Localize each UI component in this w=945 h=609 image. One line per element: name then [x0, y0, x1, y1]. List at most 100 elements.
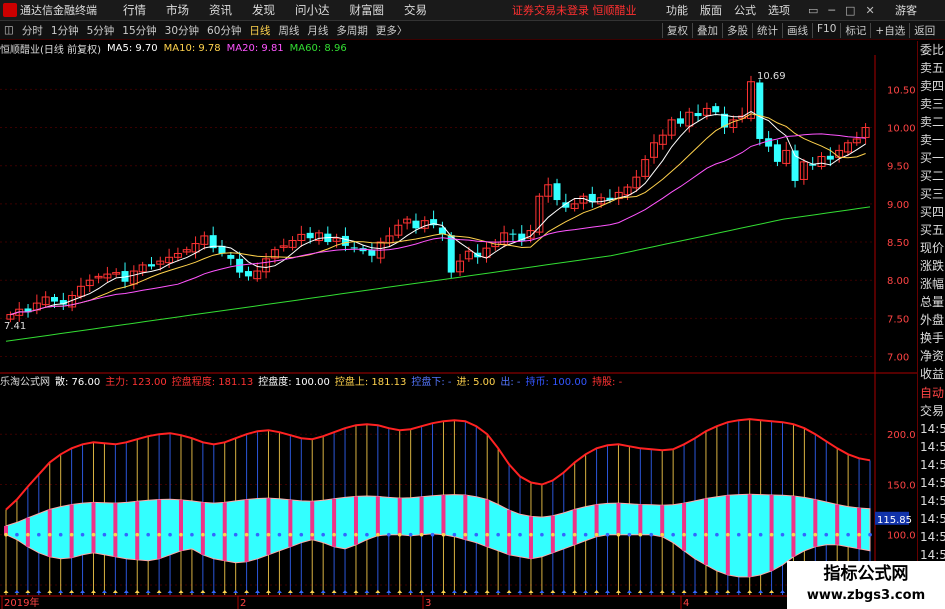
bottom-marker — [386, 590, 392, 593]
midline-dot — [452, 532, 457, 537]
tab-adjust[interactable]: 复权 — [662, 22, 692, 38]
bottom-marker — [462, 590, 468, 593]
tab-60min[interactable]: 60分钟 — [207, 23, 241, 38]
control-bar — [178, 499, 183, 551]
midline-dot — [507, 532, 511, 537]
ma10-line — [10, 113, 866, 316]
bottom-marker — [58, 590, 64, 593]
indicator-values: 散: 76.00 主力: 123.00 控盘程度: 181.13 控盘度: 100.0… — [55, 373, 627, 388]
tab-multi-stock[interactable]: 多股 — [722, 22, 752, 38]
midline-dot — [769, 532, 774, 537]
menu-layout[interactable]: 版面 — [700, 2, 722, 18]
control-bar — [25, 517, 30, 547]
bottom-marker — [90, 590, 96, 593]
tab-back[interactable]: 返回 — [909, 22, 939, 38]
close-icon[interactable]: ✕ — [865, 4, 874, 17]
price-tick-label: 9.00 — [887, 200, 909, 211]
tick-row-4: 14:56 — [920, 458, 945, 472]
login-notice[interactable]: 证券交易未登录 恒顺醋业 — [512, 2, 637, 18]
menu-item-market[interactable]: 行情 — [123, 2, 146, 18]
tab-overlay[interactable]: 叠加 — [692, 22, 722, 38]
tab-add-watchlist[interactable]: +自选 — [870, 22, 909, 38]
midline-dot — [15, 532, 19, 537]
tab-5min[interactable]: 5分钟 — [87, 23, 115, 38]
menu-item-discover[interactable]: 发现 — [252, 2, 275, 18]
tab-more[interactable]: 更多〉 — [376, 23, 408, 38]
indicator-value-1: 主力: 123.00 — [105, 376, 167, 388]
candle-down — [341, 235, 349, 246]
candle-down — [509, 233, 517, 235]
candle-down — [50, 297, 58, 302]
menu-item-ask[interactable]: 问小达 — [295, 2, 330, 18]
control-bar — [244, 499, 249, 562]
tab-15min[interactable]: 15分钟 — [122, 23, 156, 38]
tick-row-5: 14:56 — [920, 476, 945, 490]
date-label: 2 — [240, 598, 246, 609]
tab-draw[interactable]: 画线 — [782, 22, 812, 38]
menu-function[interactable]: 功能 — [666, 2, 688, 18]
tick-row-1[interactable]: 交易 — [918, 402, 945, 420]
period-tab-bar: ◫ 分时 1分钟 5分钟 15分钟 30分钟 60分钟 日线 周线 月线 多周期… — [0, 21, 945, 40]
tab-multi-period[interactable]: 多周期 — [336, 23, 368, 38]
control-bar — [222, 502, 227, 561]
midline-dot — [780, 532, 785, 537]
midline-dot — [496, 532, 500, 537]
midline-dot — [244, 532, 249, 537]
quote-list: 委比 卖五 卖四 卖三 卖二 卖一 买一 买二 买三 买四 买五 现价 涨跌 涨幅 总量 外盘 换手 净资 收益 — [918, 41, 945, 383]
bottom-marker — [419, 590, 425, 593]
tab-mark[interactable]: 标记 — [840, 22, 870, 38]
midline-dot — [310, 532, 315, 537]
bottom-marker — [670, 590, 676, 593]
midline-dot — [37, 532, 41, 537]
control-bar — [594, 504, 599, 537]
tick-row-0[interactable]: 自动 — [918, 384, 945, 402]
tab-monthly[interactable]: 月线 — [307, 23, 328, 38]
guest-label[interactable]: 游客 — [895, 2, 917, 18]
bottom-marker — [211, 590, 217, 593]
menu-item-trade[interactable]: 交易 — [404, 2, 427, 18]
menu-formula[interactable]: 公式 — [734, 2, 756, 18]
midline-dot — [758, 532, 763, 537]
midline-dot — [605, 532, 610, 537]
restore-icon[interactable]: ▭ — [808, 4, 818, 17]
quote-field-7: 买二 — [920, 169, 945, 183]
quote-field-14: 总量 — [920, 295, 945, 309]
quote-field-13: 涨幅 — [920, 277, 945, 291]
tab-intraday[interactable]: 分时 — [22, 23, 43, 38]
ma5-value: MA5: 9.70 — [106, 42, 158, 54]
midline-dot — [332, 532, 336, 537]
bottom-marker — [440, 590, 446, 593]
minimize-icon[interactable]: ─ — [828, 4, 835, 17]
tab-statistics[interactable]: 统计 — [752, 22, 782, 38]
panel-menu-icon[interactable]: ◫ — [4, 24, 14, 36]
control-bar — [835, 504, 840, 545]
control-bar — [507, 510, 512, 555]
menu-item-news[interactable]: 资讯 — [209, 2, 232, 18]
tab-30min[interactable]: 30分钟 — [165, 23, 199, 38]
tab-daily[interactable]: 日线 — [249, 23, 270, 38]
maximize-icon[interactable]: □ — [845, 4, 855, 17]
bottom-marker — [703, 590, 709, 593]
midline-dot — [824, 532, 829, 537]
tab-weekly[interactable]: 周线 — [278, 23, 299, 38]
midline-dot — [288, 532, 293, 537]
indicator-value-4: 控盘上: 181.13 — [334, 376, 407, 388]
control-bar — [332, 498, 337, 547]
bottom-marker — [25, 590, 31, 593]
candle-down — [227, 255, 235, 259]
menu-item-exchange[interactable]: 市场 — [166, 2, 189, 18]
price-tick-label: 10.50 — [887, 85, 916, 96]
quote-field-4: 卖二 — [920, 115, 945, 129]
tab-1min[interactable]: 1分钟 — [51, 23, 79, 38]
tab-f10[interactable]: F10 — [812, 22, 840, 38]
bottom-marker — [101, 590, 107, 593]
kline-chart[interactable]: 10.50 10.00 9.50 9.00 8.50 8.00 7.50 7.00 200.0 1… — [0, 55, 917, 609]
midline-dot — [266, 532, 271, 537]
bottom-marker — [615, 590, 621, 593]
bottom-marker — [112, 590, 118, 593]
bottom-marker — [36, 590, 42, 593]
menu-item-wealth[interactable]: 财富圈 — [350, 2, 385, 18]
menu-options[interactable]: 选项 — [768, 2, 790, 18]
quote-field-9: 买四 — [920, 205, 945, 219]
bottom-marker — [659, 590, 665, 593]
